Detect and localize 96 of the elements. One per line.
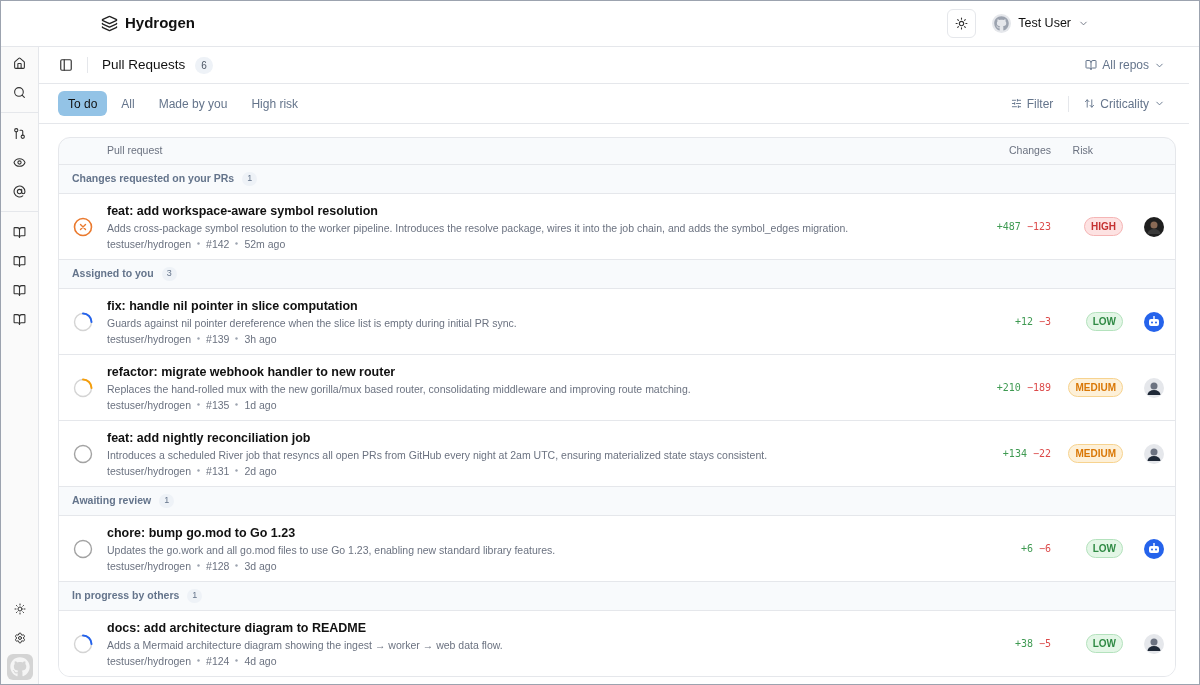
- pr-age: 1d ago: [244, 397, 277, 413]
- pr-number: #131: [206, 463, 230, 479]
- risk-badge: MEDIUM: [1068, 378, 1123, 397]
- pr-description: Updates the go.work and all go.mod files to use Go 1.23, enabling new standard library features.: [107, 542, 557, 558]
- dot-separator-icon: [197, 242, 201, 245]
- group-count: 1: [242, 172, 258, 186]
- filter-tab[interactable]: Made by you: [148, 91, 238, 116]
- page-title: Pull Requests: [102, 55, 186, 74]
- pr-description: Guards against nil pointer dereference when the slice list is empty during initial PR sync.: [107, 315, 518, 331]
- column-header: Risk: [1071, 143, 1094, 159]
- group-count: 1: [159, 494, 175, 508]
- pr-number: #135: [206, 397, 230, 413]
- pr-title[interactable]: chore: bump go.mod to Go 1.23: [107, 523, 1021, 542]
- repo-name: testuser/hydrogen: [107, 397, 192, 413]
- deletions-count: −6: [1038, 542, 1051, 556]
- group-title: In progress by others: [72, 588, 180, 604]
- deletions-count: −22: [1032, 447, 1051, 461]
- sun-icon: [955, 17, 969, 30]
- pr-number: #124: [206, 653, 230, 669]
- risk-badge: HIGH: [1084, 217, 1123, 236]
- repo-name: testuser/hydrogen: [107, 558, 192, 574]
- pr-age: 3d ago: [244, 558, 277, 574]
- additions-count: +12: [1014, 315, 1033, 329]
- risk-badge: MEDIUM: [1068, 444, 1123, 463]
- deletions-count: −123: [1026, 220, 1051, 234]
- pr-number: #142: [206, 236, 230, 252]
- sliders-icon: [1010, 98, 1022, 109]
- pr-title[interactable]: docs: add architecture diagram to README: [107, 618, 1015, 637]
- app-name: Hydrogen: [125, 13, 195, 34]
- filter-button[interactable]: Filter: [1010, 94, 1054, 113]
- book-icon: [1085, 59, 1098, 71]
- dot-separator-icon: [197, 337, 201, 340]
- pr-title[interactable]: refactor: migrate webhook handler to new router: [107, 362, 997, 381]
- group-title: Changes requested on your PRs: [72, 171, 235, 187]
- pr-row[interactable]: [59, 193, 1175, 259]
- pr-row[interactable]: [59, 420, 1175, 486]
- group-title: Awaiting review: [72, 493, 152, 509]
- user-menu-button[interactable]: Test User: [992, 14, 1089, 33]
- sidebar-toggle-icon[interactable]: [59, 58, 73, 72]
- deletions-count: −3: [1038, 315, 1051, 329]
- risk-badge: LOW: [1085, 312, 1123, 331]
- group-count: 3: [161, 267, 177, 281]
- pr-age: 3h ago: [244, 331, 277, 347]
- pr-description: Replaces the hand-rolled mux with the new gorilla/mux based router, consolidating middleware and improving route matching.: [107, 381, 692, 397]
- filter-tab[interactable]: To do: [58, 91, 108, 116]
- layers-logo-icon: [101, 15, 118, 32]
- dot-separator-icon: [235, 469, 239, 472]
- pr-age: 4d ago: [244, 653, 277, 669]
- count-badge: 6: [195, 56, 213, 74]
- pr-number: #139: [206, 331, 230, 347]
- dot-separator-icon: [197, 564, 201, 567]
- pr-title[interactable]: fix: handle nil pointer in slice computation: [107, 296, 1015, 315]
- filter-tab[interactable]: All: [111, 91, 145, 116]
- column-header: Pull request: [107, 143, 164, 159]
- pr-row[interactable]: [59, 354, 1175, 420]
- user-name: Test User: [1018, 15, 1071, 33]
- dot-separator-icon: [197, 469, 201, 472]
- additions-count: +487: [996, 220, 1021, 234]
- deletions-count: −5: [1038, 637, 1051, 651]
- repo-name: testuser/hydrogen: [107, 236, 192, 252]
- filter-tab[interactable]: High risk: [241, 91, 309, 116]
- theme-toggle-button[interactable]: [947, 9, 977, 38]
- pr-description: Adds a Mermaid architecture diagram showing the ingest → worker → web data flow.: [107, 637, 504, 653]
- risk-badge: LOW: [1085, 634, 1123, 653]
- dot-separator-icon: [235, 242, 239, 245]
- pr-row[interactable]: chore: bump go.mod to Go 1.23 Updates the go.work and all go.mod files to use Go 1.23, enabling new standard library features. testuser/hydrogen #128 3d ago +6 −6 LOW: [59, 515, 1175, 581]
- pr-age: 52m ago: [244, 236, 286, 252]
- dot-separator-icon: [235, 403, 239, 406]
- pr-age: 2d ago: [244, 463, 277, 479]
- pr-title[interactable]: feat: add nightly reconciliation job: [107, 428, 1003, 447]
- pr-description: Introduces a scheduled River job that resyncs all open PRs from GitHub every night at 2am UTC, ensuring materialized state stays consistent.: [107, 447, 769, 463]
- group-title: Assigned to you: [72, 266, 154, 282]
- pr-title[interactable]: feat: add workspace-aware symbol resolution: [107, 201, 997, 220]
- dot-separator-icon: [197, 659, 201, 662]
- sort-dropdown[interactable]: Criticality: [1084, 94, 1165, 113]
- group-count: 1: [187, 589, 203, 603]
- additions-count: +6: [1020, 542, 1033, 556]
- repo-name: testuser/hydrogen: [107, 463, 192, 479]
- pr-number: #128: [206, 558, 230, 574]
- sort-arrows-icon: [1084, 98, 1096, 109]
- deletions-count: −189: [1026, 381, 1051, 395]
- additions-count: +134: [1002, 447, 1027, 461]
- dot-separator-icon: [197, 403, 201, 406]
- repo-name: testuser/hydrogen: [107, 331, 192, 347]
- risk-badge: LOW: [1085, 539, 1123, 558]
- dot-separator-icon: [235, 659, 239, 662]
- dot-separator-icon: [235, 337, 239, 340]
- repo-filter-dropdown[interactable]: All repos: [1085, 56, 1165, 74]
- pr-description: Adds cross-package symbol resolution to the worker pipeline. Introduces the resolve package, wires it into the job chain, and adds the symbol_edges migration.: [107, 220, 850, 236]
- dot-separator-icon: [235, 564, 239, 567]
- pr-row[interactable]: docs: add architecture diagram to README Adds a Mermaid architecture diagram showing the ingest → worker → web data flow. testuser/hydrogen #124 4d ago +38 −5 LOW: [59, 610, 1175, 676]
- repo-name: testuser/hydrogen: [107, 653, 192, 669]
- additions-count: +210: [996, 381, 1021, 395]
- column-header: Changes: [1008, 143, 1052, 159]
- pr-row[interactable]: fix: handle nil pointer in slice computation Guards against nil pointer dereference when the slice list is empty during initial PR sync. testuser/hydrogen #139 3h ago +12 −3 LOW: [59, 288, 1175, 354]
- additions-count: +38: [1014, 637, 1033, 651]
